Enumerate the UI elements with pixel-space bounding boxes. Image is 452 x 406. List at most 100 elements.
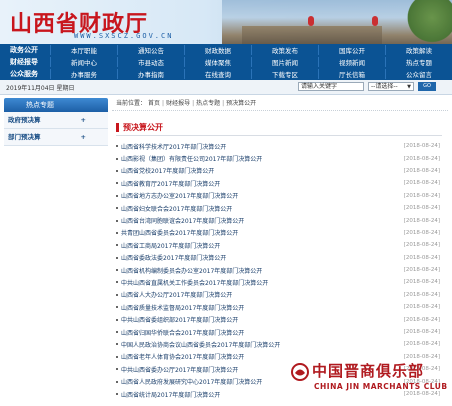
list-item[interactable]: 中共山西省委组织部2017年度部门决算公开 [2018-08-24] xyxy=(112,313,448,325)
list-item-title[interactable]: 山西省人大办公厅2017年度部门决算公开 xyxy=(121,290,448,299)
nav-item[interactable]: 媒体聚焦 xyxy=(184,57,251,67)
plus-icon[interactable]: + xyxy=(81,129,86,145)
nav-item[interactable]: 国库公开 xyxy=(318,45,385,55)
list-item-title[interactable]: 山西省台湾同胞联谊会2017年度部门决算公开 xyxy=(121,216,448,225)
utility-bar: 2019年11月04日 星期日 请输入关键字 --请选择-- ▼ GO xyxy=(0,80,452,95)
nav-item[interactable]: 办事服务 xyxy=(50,69,117,79)
category-select[interactable]: --请选择-- ▼ xyxy=(368,82,414,91)
list-item[interactable]: 山西省妇女联合会2017年度部门决算公开 [2018-08-24] xyxy=(112,202,448,214)
breadcrumb-home[interactable]: 首页 xyxy=(148,100,160,107)
list-item[interactable]: 山西省委政法委2017年度部门决算公开 [2018-08-24] xyxy=(112,252,448,264)
bullet-icon xyxy=(116,207,118,210)
nav-item[interactable]: 本厅职能 xyxy=(50,45,117,55)
list-item-date: [2018-08-24] xyxy=(403,254,440,261)
nav-item[interactable]: 通知公告 xyxy=(117,45,184,55)
list-item-title[interactable]: 中共山西省委组织部2017年度部门决算公开 xyxy=(121,315,448,324)
list-item[interactable]: 中共山西省直属机关工作委员会2017年度部门决算公开 [2018-08-24] xyxy=(112,276,448,288)
list-item-date: [2018-08-24] xyxy=(403,353,440,360)
bullet-icon xyxy=(116,293,118,296)
list-item-title[interactable]: 山西省妇女联合会2017年度部门决算公开 xyxy=(121,204,448,213)
list-item-title[interactable]: 共青团山西省委员会2017年度部门决算公开 xyxy=(121,228,448,237)
list-item[interactable]: 山西省工商局2017年度部门决算公开 [2018-08-24] xyxy=(112,239,448,251)
bullet-icon xyxy=(116,306,118,309)
bullet-icon xyxy=(116,145,118,148)
list-item-title[interactable]: 山西省机构编制委员会办公室2017年度部门决算公开 xyxy=(121,266,448,275)
sidebar-item-label: 部门预决算 xyxy=(8,133,41,141)
nav-row-label[interactable]: 财经报导 xyxy=(0,57,50,67)
list-item[interactable]: 山西省教育厅2017年度部门决算公开 [2018-08-24] xyxy=(112,177,448,189)
list-item[interactable]: 山西省台湾同胞联谊会2017年度部门决算公开 [2018-08-24] xyxy=(112,214,448,226)
club-watermark: 中国晋商俱乐部 CHINA JIN MARCHANTS CLUB xyxy=(286,360,452,400)
nav-row-label[interactable]: 公众服务 xyxy=(0,69,50,79)
list-item[interactable]: 山西省科学技术厅2017年部门决算公开 [2018-08-24] xyxy=(112,140,448,152)
list-item-date: [2018-08-24] xyxy=(403,291,440,298)
list-item-title[interactable]: 山西省科学技术厅2017年部门决算公开 xyxy=(121,142,448,151)
bullet-icon xyxy=(116,219,118,222)
list-item-title[interactable]: 山西省归国华侨联合会2017年度部门决算公开 xyxy=(121,328,448,337)
list-item-date: [2018-08-24] xyxy=(403,180,440,187)
current-date: 2019年11月04日 星期日 xyxy=(6,85,75,92)
list-item-title[interactable]: 山西省工商局2017年度部门决算公开 xyxy=(121,241,448,250)
sidebar-item-government-budget[interactable]: 政府预决算 + xyxy=(4,112,108,129)
bullet-icon xyxy=(116,244,118,247)
nav-item[interactable]: 政策解读 xyxy=(385,45,452,55)
section-accent-bar xyxy=(116,123,119,132)
nav-item[interactable]: 视频新闻 xyxy=(318,57,385,67)
nav-item[interactable]: 热点专题 xyxy=(385,57,452,67)
breadcrumb-separator: | xyxy=(222,100,225,107)
search-go-button[interactable]: GO xyxy=(418,82,436,91)
list-item[interactable]: 中国人民政治协商会议山西省委员会2017年度部门决算公开 [2018-08-24] xyxy=(112,338,448,350)
city-wall-image xyxy=(242,26,382,44)
list-item-title[interactable]: 山西省质量技术监督局2017年度部门决算公开 xyxy=(121,303,448,312)
list-item[interactable]: 共青团山西省委员会2017年度部门决算公开 [2018-08-24] xyxy=(112,227,448,239)
plus-icon[interactable]: + xyxy=(81,112,86,128)
list-item[interactable]: 山西省机构编制委员会办公室2017年度部门决算公开 [2018-08-24] xyxy=(112,264,448,276)
list-item-title[interactable]: 山西省教育厅2017年度部门决算公开 xyxy=(121,179,448,188)
watermark-cn-text: 中国晋商俱乐部 xyxy=(312,362,425,380)
nav-item[interactable]: 办事指南 xyxy=(117,69,184,79)
nav-item[interactable]: 市县动态 xyxy=(117,57,184,67)
search-input[interactable]: 请输入关键字 xyxy=(298,82,364,91)
list-item[interactable]: 山西省质量技术监督局2017年度部门决算公开 [2018-08-24] xyxy=(112,301,448,313)
nav-item[interactable]: 政策发布 xyxy=(251,45,318,55)
breadcrumb-item[interactable]: 热点专题 xyxy=(196,100,220,107)
bullet-icon xyxy=(116,256,118,259)
list-item-date: [2018-08-24] xyxy=(403,143,440,150)
list-item[interactable]: 山西省党校2017年度部门决算公开 [2018-08-24] xyxy=(112,165,448,177)
nav-item[interactable]: 厅长信箱 xyxy=(318,69,385,79)
breadcrumb-item[interactable]: 财经报导 xyxy=(166,100,190,107)
list-item-title[interactable]: 山西影视（集团）有限责任公司2017年部门决算公开 xyxy=(121,154,448,163)
list-item-title[interactable]: 山西省地方志办公室2017年度部门决算公开 xyxy=(121,191,448,200)
bullet-icon xyxy=(116,343,118,346)
nav-row-label[interactable]: 政务公开 xyxy=(0,45,50,55)
nav-item[interactable]: 财政数据 xyxy=(184,45,251,55)
breadcrumb: 当前位置： 首页 | 财经报导 | 热点专题 | 预决算公开 xyxy=(112,98,448,111)
list-item-title[interactable]: 山西省党校2017年度部门决算公开 xyxy=(121,166,448,175)
nav-item[interactable]: 下载专区 xyxy=(251,69,318,79)
list-item-date: [2018-08-24] xyxy=(403,341,440,348)
list-item-date: [2018-08-24] xyxy=(403,205,440,212)
nav-item[interactable]: 新闻中心 xyxy=(50,57,117,67)
sidebar-heading: 热点专题 xyxy=(4,98,108,112)
bullet-icon xyxy=(116,169,118,172)
list-item-title[interactable]: 山西省委政法委2017年度部门决算公开 xyxy=(121,253,448,262)
list-item[interactable]: 山西影视（集团）有限责任公司2017年部门决算公开 [2018-08-24] xyxy=(112,152,448,164)
bullet-icon xyxy=(116,194,118,197)
list-item[interactable]: 山西省地方志办公室2017年度部门决算公开 [2018-08-24] xyxy=(112,190,448,202)
list-item-date: [2018-08-24] xyxy=(403,167,440,174)
list-item-date: [2018-08-24] xyxy=(403,316,440,323)
sidebar-item-label: 政府预决算 xyxy=(8,116,41,124)
list-item-title[interactable]: 中共山西省直属机关工作委员会2017年度部门决算公开 xyxy=(121,278,448,287)
site-header: 山西省财政厅 WWW.SXSCZ.GOV.CN xyxy=(0,0,452,44)
section-header: 预决算公开 xyxy=(116,121,442,136)
nav-item[interactable]: 在线查询 xyxy=(184,69,251,79)
list-item-date: [2018-08-24] xyxy=(403,242,440,249)
list-item-date: [2018-08-24] xyxy=(403,229,440,236)
list-item[interactable]: 山西省归国华侨联合会2017年度部门决算公开 [2018-08-24] xyxy=(112,326,448,338)
nav-item[interactable]: 图片新闻 xyxy=(251,57,318,67)
sidebar-item-department-budget[interactable]: 部门预决算 + xyxy=(4,129,108,146)
list-item[interactable]: 山西省人大办公厅2017年度部门决算公开 [2018-08-24] xyxy=(112,289,448,301)
list-item-title[interactable]: 中国人民政治协商会议山西省委员会2017年度部门决算公开 xyxy=(121,340,448,349)
nav-item[interactable]: 公众留言 xyxy=(385,69,452,79)
watermark-en-text: CHINA JIN MARCHANTS CLUB xyxy=(314,382,448,391)
